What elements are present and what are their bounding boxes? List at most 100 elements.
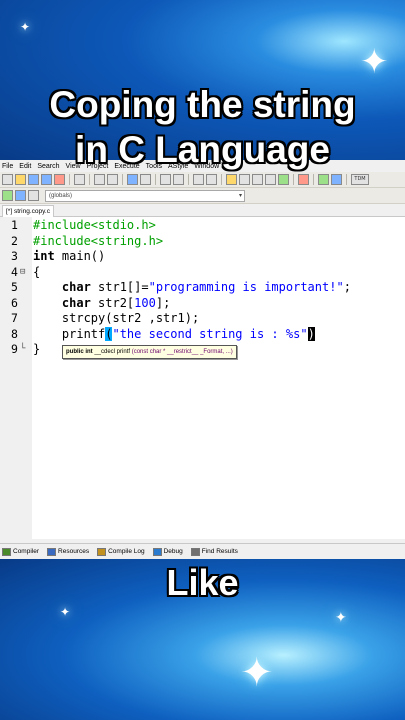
code-text: strcpy(str2 ,str1); [33,311,199,327]
code-token: main() [54,249,106,263]
forward-icon[interactable] [206,174,217,185]
code-text: #include<string.h> [33,234,163,250]
print-icon[interactable] [74,174,85,185]
line-number: 1 [11,218,18,232]
replace-icon[interactable] [140,174,151,185]
code-token: strcpy(str2 ,str1); [33,311,200,325]
code-token: char [61,295,91,310]
code-editor[interactable]: 1 #include<stdio.h> 2 #include<string.h> 3 in… [0,217,405,539]
code-token: 100 [134,295,156,310]
video-title-line-1: Coping the string [49,84,356,125]
code-line[interactable]: 7 strcpy(str2 ,str1); [0,311,405,327]
insert-icon[interactable] [2,190,13,201]
find-icon[interactable] [127,174,138,185]
goto-icon[interactable] [160,174,171,185]
code-text: } [33,342,40,358]
tooltip-declaration: __cdecl printf [92,349,132,355]
code-line[interactable]: 6 char str2[100]; [0,296,405,312]
code-text: { [33,265,40,281]
sparkle-icon: ✦ [60,605,71,619]
line-number: 7 [11,311,18,325]
fold-marker-icon[interactable]: └ [20,342,25,358]
chart-icon[interactable] [318,174,329,185]
file-tab[interactable]: [*] string.copy.c [2,205,54,217]
file-tab-bar: [*] string.copy.c [0,205,405,217]
class-icon[interactable] [252,174,263,185]
line-number: 2 [11,233,18,248]
debug-icon [152,547,162,556]
bottom-tab-label: Compiler [13,548,40,555]
bottom-tab[interactable]: Compile Log [97,547,145,556]
save-all-icon[interactable] [41,174,52,185]
function-signature-tooltip: public int __cdecl printf (const char * … [62,345,237,359]
line-number: 6 [11,295,18,310]
line-number: 8 [11,326,18,341]
code-line[interactable]: 4 ⊟{ [0,265,405,281]
check-icon[interactable] [278,174,289,185]
code-token: "the second string is : %s" [112,326,308,341]
fold-marker-icon[interactable]: ⊟ [20,265,25,281]
undo-icon[interactable] [94,174,105,185]
find-results-icon [190,547,200,556]
toolbar-class: (globals) ▾ [0,188,405,204]
scope-dropdown[interactable]: (globals) ▾ [45,189,245,202]
tooltip-arguments: (const char * __restrict__ _Format, ...) [131,349,233,355]
bottom-tab[interactable]: Compiler [2,547,40,556]
code-line[interactable]: 3 int main() [0,249,405,265]
code-token: str2[ [90,295,135,310]
bottom-tab-label: Compile Log [108,548,145,555]
bottom-tab[interactable]: Find Results [190,547,238,556]
like-caption: Like [166,562,239,603]
new-file-icon[interactable] [2,174,13,185]
bottom-tab-label: Find Results [201,548,238,555]
redo-icon[interactable] [107,174,118,185]
compile-icon[interactable] [226,174,237,185]
save-icon[interactable] [28,174,39,185]
code-line[interactable]: 5 char str1[]="programming is important!… [0,280,405,296]
code-text: int main() [33,249,105,265]
toolbar-main: TDM [0,172,405,188]
compile-log-icon [97,547,107,556]
open-file-icon[interactable] [15,174,26,185]
stop-icon[interactable] [298,174,309,185]
sparkle-icon: ✦ [20,20,31,34]
resources-icon [47,547,57,556]
code-text: char str1[]="programming is important!"; [33,280,351,296]
toggle-icon[interactable] [15,190,26,201]
code-line[interactable]: 2 #include<string.h> [0,234,405,250]
profile-icon[interactable] [331,174,342,185]
line-number: 5 [11,280,18,294]
compiler-icon [2,547,11,556]
code-token: #include<stdio.h> [33,218,156,232]
code-token: ) [307,326,315,341]
bottom-tab-label: Resources [58,548,90,555]
bottom-panel-tabs: Compiler Resources Compile Log Debug Find Re… [0,543,405,559]
tooltip-return-type: public int [66,349,93,355]
code-text: char str2[100]; [33,296,170,312]
bottom-tab[interactable]: Debug [152,547,183,556]
code-token: #include<string.h> [33,233,164,248]
scope-value: (globals) [49,192,73,199]
window-icon[interactable] [265,174,276,185]
code-token: int [33,249,55,263]
back-icon[interactable] [193,174,204,185]
close-file-icon[interactable] [54,174,65,185]
sparkle-icon: ✦ [240,650,274,696]
bookmark-icon[interactable] [173,174,184,185]
compiler-select[interactable]: TDM [351,174,369,185]
video-title-line-2: in C Language [75,129,330,170]
project-icon[interactable] [239,174,250,185]
bottom-tab[interactable]: Resources [47,547,90,556]
line-number: 3 [11,249,18,263]
code-line[interactable]: 8 printf("the second string is : %s") [0,326,405,343]
code-token: char [61,280,91,294]
code-token: ; [343,280,351,294]
goto-bookmark-icon[interactable] [28,190,39,201]
code-token: printf [33,326,106,341]
code-line[interactable]: 1 #include<stdio.h> [0,218,405,234]
code-token: str1[]= [90,280,149,294]
code-text: #include<stdio.h> [33,218,156,234]
code-token: } [33,342,41,356]
